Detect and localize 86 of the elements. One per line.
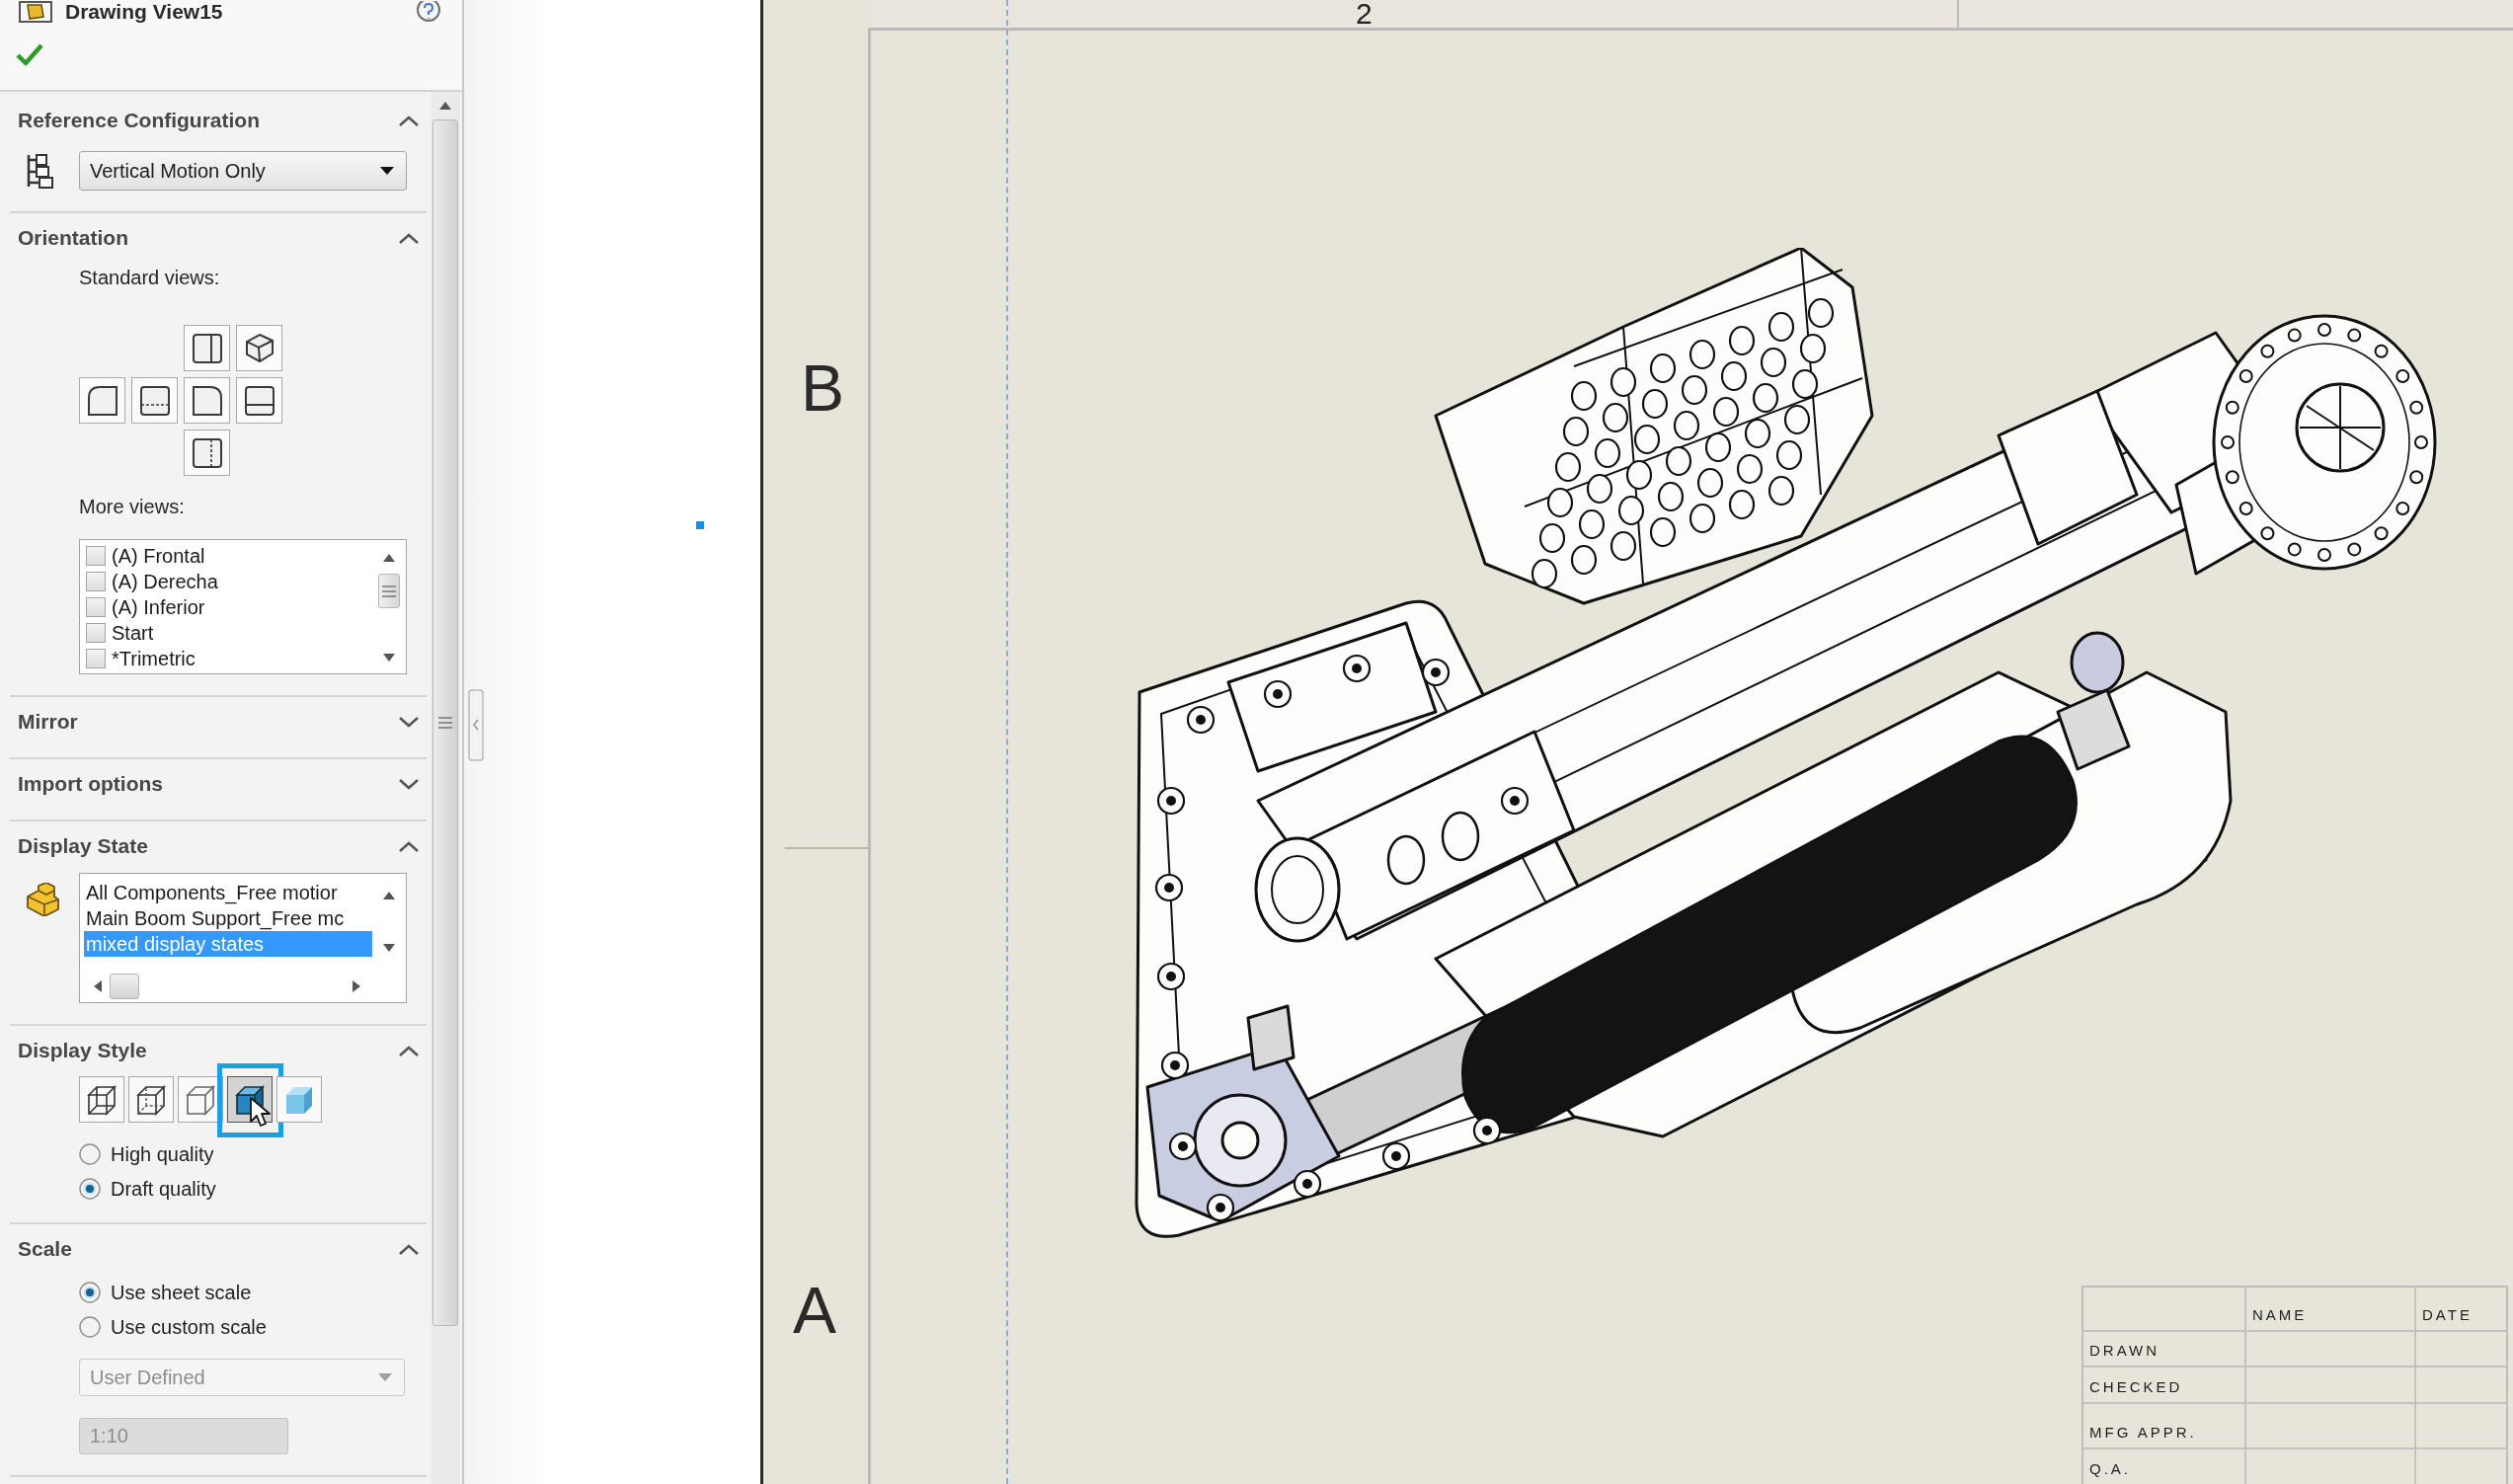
view-orientation-button[interactable] bbox=[79, 377, 125, 424]
dashed-line-face-icon bbox=[190, 435, 224, 470]
scrollbar-thumb[interactable] bbox=[110, 974, 139, 999]
list-item[interactable]: (A) Inferior bbox=[112, 595, 205, 619]
chevron-up-icon[interactable] bbox=[398, 231, 420, 245]
configuration-dropdown[interactable]: Vertical Motion Only bbox=[79, 151, 407, 191]
option-label[interactable]: Use sheet scale bbox=[111, 1281, 252, 1304]
check-icon[interactable] bbox=[15, 41, 44, 67]
block-part-icon bbox=[25, 883, 60, 916]
list-item[interactable]: *Trimetric bbox=[112, 647, 196, 670]
checkbox[interactable] bbox=[86, 649, 106, 668]
display-style-button[interactable] bbox=[79, 1076, 124, 1123]
scroll-left-icon[interactable] bbox=[94, 980, 102, 992]
checkbox[interactable] bbox=[86, 572, 106, 591]
scroll-up-icon[interactable] bbox=[383, 554, 395, 562]
split-panel-icon bbox=[190, 331, 224, 365]
scroll-down-icon[interactable] bbox=[383, 654, 395, 662]
section-title: Import options bbox=[18, 772, 163, 796]
section-title: Orientation bbox=[18, 226, 128, 250]
section-title: Reference Configuration bbox=[18, 109, 261, 132]
view-orientation-button[interactable] bbox=[236, 325, 282, 371]
display-style-button[interactable] bbox=[128, 1076, 174, 1123]
table-cell: Q.A. bbox=[2089, 1460, 2131, 1478]
table-cell: DRAWN bbox=[2089, 1342, 2160, 1360]
wireframe-cube-icon bbox=[85, 1082, 118, 1117]
splitter-handle-icon[interactable] bbox=[468, 689, 484, 761]
point-marker-icon bbox=[696, 521, 704, 529]
checkbox[interactable] bbox=[86, 546, 106, 566]
table-cell: CHECKED bbox=[2089, 1378, 2183, 1396]
field-label: More views: bbox=[79, 495, 185, 518]
scroll-up-icon[interactable] bbox=[439, 102, 451, 110]
scrollbar-thumb[interactable] bbox=[432, 119, 458, 1326]
chevron-up-icon[interactable] bbox=[398, 1044, 420, 1057]
dropdown-caret-icon bbox=[378, 1373, 392, 1381]
help-icon[interactable] bbox=[415, 1, 442, 23]
zone-label: A bbox=[793, 1278, 837, 1343]
view-orientation-button[interactable] bbox=[236, 377, 282, 424]
zone-label: 2 bbox=[1356, 0, 1373, 28]
section-title: Display State bbox=[18, 834, 148, 858]
dropdown-caret-icon bbox=[380, 167, 394, 175]
list-item[interactable]: Start bbox=[112, 621, 154, 645]
scrollbar-thumb[interactable] bbox=[378, 574, 400, 608]
zone-label: B bbox=[801, 355, 845, 421]
view-orientation-button[interactable] bbox=[131, 377, 178, 424]
chevron-up-icon[interactable] bbox=[398, 1242, 420, 1256]
split-panel-icon bbox=[242, 383, 276, 418]
table-cell: MFG APPR. bbox=[2089, 1424, 2197, 1442]
chevron-up-icon[interactable] bbox=[398, 114, 420, 127]
cursor-icon bbox=[249, 1096, 271, 1128]
view-orientation-button[interactable] bbox=[184, 325, 230, 371]
checkbox[interactable] bbox=[86, 623, 106, 643]
chevron-down-icon[interactable] bbox=[398, 715, 420, 729]
option-label[interactable]: High quality bbox=[111, 1142, 214, 1166]
radio-button[interactable] bbox=[79, 1143, 101, 1165]
radio-button[interactable] bbox=[79, 1178, 101, 1200]
panel-title: Drawing View15 bbox=[65, 0, 224, 24]
chevron-down-icon[interactable] bbox=[398, 777, 420, 791]
radio-button[interactable] bbox=[79, 1282, 101, 1303]
section-title: Scale bbox=[18, 1237, 72, 1261]
list-item[interactable]: Main Boom Support_Free mc bbox=[84, 905, 372, 931]
chevron-up-icon[interactable] bbox=[398, 839, 420, 853]
configuration-tree-icon bbox=[25, 152, 54, 190]
option-label[interactable]: Use custom scale bbox=[111, 1315, 267, 1339]
dashed-line-face-icon bbox=[137, 383, 172, 418]
list-item[interactable]: (A) Derecha bbox=[112, 570, 218, 593]
list-item[interactable]: All Components_Free motior bbox=[84, 880, 372, 905]
rounded-corner-face-icon bbox=[190, 383, 224, 418]
rounded-corner-face-icon bbox=[85, 383, 119, 418]
outline-cube-icon bbox=[184, 1082, 217, 1117]
section-title: Mirror bbox=[18, 710, 78, 734]
scroll-right-icon[interactable] bbox=[353, 980, 360, 992]
list-item[interactable]: (A) Frontal bbox=[112, 544, 205, 568]
view-orientation-button[interactable] bbox=[184, 377, 230, 424]
dashed-edge-cube-icon bbox=[134, 1082, 168, 1117]
radio-button[interactable] bbox=[79, 1316, 101, 1338]
scroll-down-icon[interactable] bbox=[383, 944, 395, 952]
checkbox[interactable] bbox=[86, 597, 106, 617]
scroll-up-icon[interactable] bbox=[383, 892, 395, 899]
table-cell: DATE bbox=[2422, 1306, 2473, 1324]
view-orientation-button[interactable] bbox=[184, 430, 230, 476]
option-label[interactable]: Draft quality bbox=[111, 1177, 216, 1201]
grip-icon bbox=[382, 585, 396, 597]
table-cell: NAME bbox=[2252, 1306, 2308, 1324]
section-title: Display Style bbox=[18, 1039, 147, 1062]
field-label: Standard views: bbox=[79, 266, 220, 289]
grip-icon bbox=[438, 717, 452, 729]
